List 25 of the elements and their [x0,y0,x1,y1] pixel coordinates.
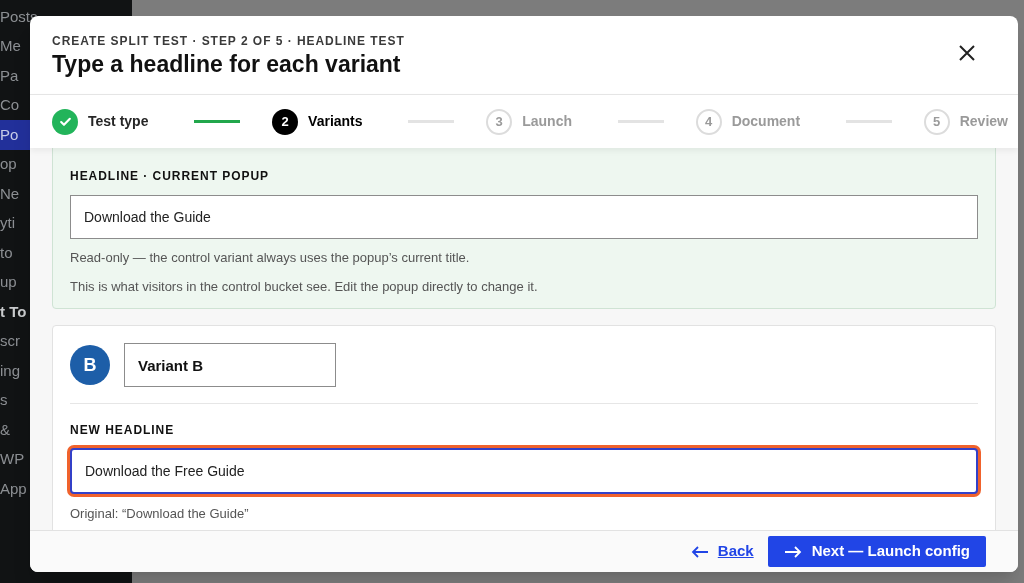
field-label: NEW HEADLINE [70,422,176,439]
step-label: Variants [308,112,363,131]
field-label: HEADLINE · CURRENT POPUP [70,168,271,185]
step-number: 2 [272,108,299,135]
next-button[interactable]: Next — Launch config [767,536,986,567]
input-field[interactable]: Download the Guide [70,195,978,239]
close-icon [958,44,976,62]
step-label: Launch [522,112,572,131]
dialog-title: Type a headline for each variant [52,50,402,79]
back-link[interactable]: Back [690,540,754,563]
arrow-right-icon [783,545,802,558]
step-caption: CREATE SPLIT TEST · STEP 2 OF 5 · HEADLINE TEST [52,33,405,50]
step-number: 4 [695,108,722,135]
step-number: 5 [923,108,950,135]
variant-name-field[interactable]: Variant B [124,343,336,387]
step-label: Test type [88,112,149,131]
help-text: Read-only — the control variant always uses the popup’s current title. [70,249,471,267]
help-text: This is what visitors in the control bucket see. Edit the popup directly to change it. [70,277,539,296]
help-text: Original: “Download the Guide” [70,505,250,523]
arrow-left-icon [690,545,709,558]
variant-avatar: B [70,345,110,385]
step-label: Review [959,112,1008,131]
headline-field[interactable]: Download the Free Guide [70,448,978,494]
step-number: 3 [486,108,513,135]
step-label: Document [731,112,801,131]
